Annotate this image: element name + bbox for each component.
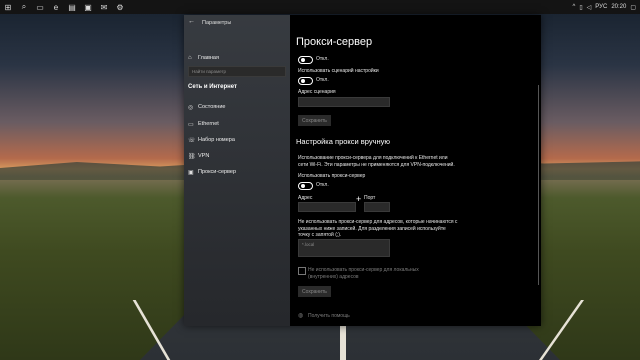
- content-pane: Прокси-сервер Откл. Использовать сценари…: [290, 15, 541, 326]
- road-edge-line-right: [538, 300, 585, 360]
- address-label: Адрес: [298, 195, 313, 201]
- sidebar-section-title: Сеть и Интернет: [188, 84, 237, 90]
- clock[interactable]: 20:20: [611, 4, 626, 10]
- use-script-label: Использовать сценарий настройки: [298, 68, 379, 74]
- start-icon[interactable]: ⊞: [0, 0, 16, 14]
- use-proxy-label: Использовать прокси-сервер: [298, 173, 366, 179]
- tray-chevron-icon[interactable]: ^: [573, 4, 576, 10]
- manual-proxy-description: Использование прокси-сервера для подключ…: [298, 155, 455, 168]
- sidebar-item-label: VPN: [198, 153, 210, 159]
- script-address-label: Адрес сценария: [298, 89, 336, 95]
- sidebar-item-label: Состояние: [198, 104, 226, 110]
- vpn-icon: ⛓: [188, 153, 196, 160]
- search-icon[interactable]: ⌕: [16, 0, 32, 14]
- page-title: Прокси-сервер: [296, 36, 373, 48]
- sidebar-item-ethernet[interactable]: ▭ Ethernet: [188, 118, 219, 130]
- local-bypass-checkbox[interactable]: [298, 267, 306, 275]
- local-bypass-label: Не использовать прокси-сервер для локаль…: [308, 267, 419, 280]
- search-input[interactable]: Найти параметр: [188, 66, 286, 77]
- globe-icon: ◎: [188, 104, 194, 111]
- sidebar-item-label: Прокси-сервер: [198, 169, 237, 175]
- explorer-icon[interactable]: ▤: [64, 0, 80, 14]
- auto-detect-toggle[interactable]: [298, 56, 313, 64]
- taskbar: ⊞ ⌕ ▭ e ▤ ▣ ✉ ⚙ ^ ▯ ◁ РУС 20:20 ▢: [0, 0, 640, 14]
- sidebar-item-status[interactable]: ◎ Состояние: [188, 101, 225, 113]
- sidebar-item-label: Ethernet: [198, 121, 219, 127]
- mail-icon[interactable]: ✉: [96, 0, 112, 14]
- exceptions-description: Не использовать прокси-сервер для адресо…: [298, 219, 458, 238]
- exceptions-placeholder: *.local: [302, 242, 315, 247]
- sidebar: ← ⌂ Главная Найти параметр Сеть и Интерн…: [184, 15, 290, 326]
- toggle1-state: Откл.: [316, 56, 329, 62]
- sidebar-item-vpn[interactable]: ⛓ VPN: [188, 150, 209, 162]
- mouse-cursor-icon: +: [356, 194, 362, 204]
- window-title: Параметры: [202, 20, 232, 26]
- store-icon[interactable]: ▣: [80, 0, 96, 14]
- use-script-toggle[interactable]: [298, 77, 313, 85]
- save-manual-button[interactable]: Сохранить: [298, 286, 331, 297]
- settings-taskbar-icon[interactable]: ⚙: [112, 0, 128, 14]
- sidebar-item-proxy[interactable]: ▣ Прокси-сервер: [188, 166, 236, 178]
- help-icon: ◍: [298, 313, 304, 319]
- volume-icon[interactable]: ◁: [587, 4, 592, 11]
- port-label: Порт: [364, 195, 376, 201]
- script-address-input[interactable]: [298, 97, 390, 107]
- search-placeholder: Найти параметр: [192, 69, 227, 74]
- proxy-icon: ▣: [188, 169, 194, 176]
- home-icon: ⌂: [188, 55, 192, 61]
- sidebar-item-dialup[interactable]: ☏ Набор номера: [188, 134, 235, 146]
- toggle2-state: Откл.: [316, 77, 329, 83]
- task-view-icon[interactable]: ▭: [32, 0, 48, 14]
- toggle3-state: Откл.: [316, 182, 329, 188]
- use-proxy-toggle[interactable]: [298, 182, 313, 190]
- help-link[interactable]: Получить помощь: [308, 313, 350, 320]
- ethernet-icon: ▭: [188, 121, 194, 128]
- exceptions-textarea[interactable]: *.local: [298, 239, 390, 257]
- proxy-port-input[interactable]: [364, 202, 390, 212]
- sidebar-item-label: Набор номера: [198, 137, 235, 143]
- sidebar-home-label: Главная: [198, 55, 219, 61]
- scrollbar[interactable]: [538, 85, 539, 285]
- language-indicator[interactable]: РУС: [595, 4, 607, 10]
- edge-icon[interactable]: e: [48, 0, 64, 14]
- settings-window: ← ⌂ Главная Найти параметр Сеть и Интерн…: [184, 15, 541, 326]
- sidebar-item-home[interactable]: ⌂ Главная: [188, 52, 219, 64]
- system-tray: ^ ▯ ◁ РУС 20:20 ▢: [573, 4, 640, 11]
- save-script-button[interactable]: Сохранить: [298, 115, 331, 126]
- manual-proxy-heading: Настройка прокси вручную: [296, 137, 391, 146]
- proxy-address-input[interactable]: [298, 202, 356, 212]
- notifications-icon[interactable]: ▢: [630, 4, 636, 11]
- dialup-icon: ☏: [188, 137, 196, 144]
- network-icon[interactable]: ▯: [579, 4, 582, 11]
